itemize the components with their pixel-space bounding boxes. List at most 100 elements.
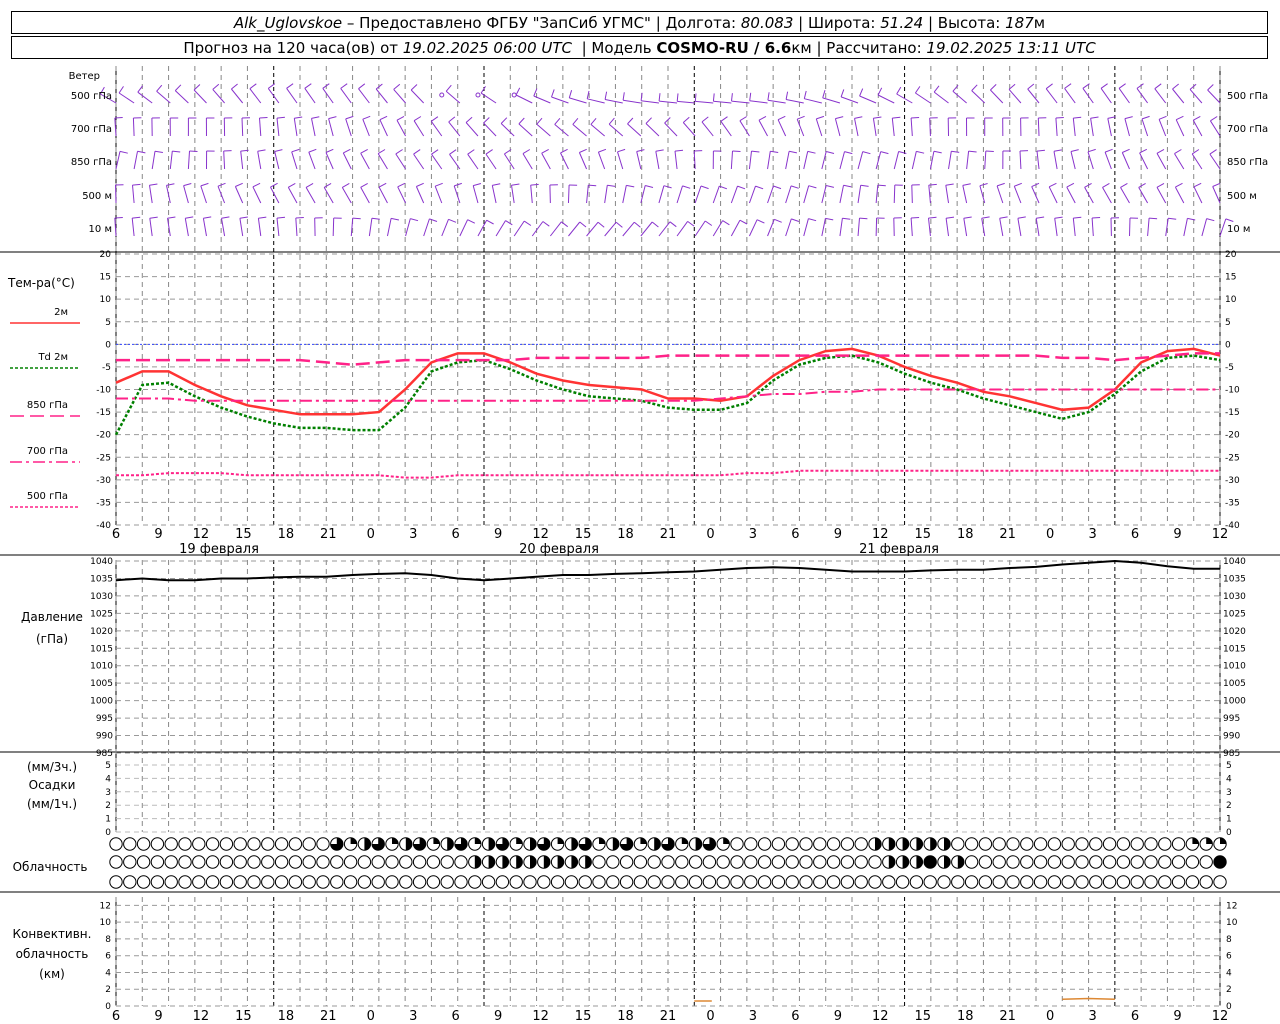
wind-barb-staff bbox=[664, 122, 678, 137]
wind-barb-staff bbox=[342, 152, 352, 170]
cloud-symbol bbox=[371, 875, 385, 889]
wind-barb-flag bbox=[791, 218, 800, 222]
cloud-symbol bbox=[813, 875, 827, 889]
wind-barb-staff bbox=[786, 99, 804, 104]
wind-barb-flag bbox=[183, 183, 192, 187]
cloud-symbol bbox=[357, 855, 372, 869]
wind-barb-flag bbox=[579, 148, 587, 153]
wind-barb-flag bbox=[132, 183, 141, 186]
wind-barb-flag bbox=[1092, 217, 1101, 219]
conv-title-3: (км) bbox=[39, 967, 65, 981]
cloud-symbol bbox=[1130, 855, 1144, 869]
wind-barb-flag bbox=[435, 182, 443, 187]
wind-barb-flag bbox=[996, 182, 1005, 187]
cloud-symbol bbox=[164, 855, 178, 869]
wind-barb-staff bbox=[252, 186, 262, 204]
wind-barb-staff bbox=[758, 119, 768, 137]
pressure-y-tick-left: 1005 bbox=[90, 679, 113, 689]
x-tick-label-upper: 6 bbox=[452, 527, 460, 542]
cloud-symbol-fill bbox=[557, 837, 564, 844]
wind-barb-flag bbox=[1141, 115, 1150, 120]
temp-y-tick-right: 15 bbox=[1225, 273, 1236, 283]
wind-barb-staff bbox=[677, 100, 696, 104]
cloud-symbol bbox=[261, 855, 275, 869]
cloud-symbol bbox=[1158, 837, 1172, 851]
wind-barb-staff bbox=[325, 152, 334, 170]
wind-barb-staff bbox=[676, 185, 683, 204]
wind-barb-flag bbox=[803, 90, 807, 99]
cloud-symbol bbox=[1171, 875, 1186, 889]
wind-barb-flag bbox=[790, 185, 799, 189]
wind-barb-staff bbox=[1072, 218, 1076, 237]
cloud-symbol bbox=[1033, 875, 1048, 889]
wind-barb-flag bbox=[1017, 216, 1026, 219]
wind-barb-flag bbox=[722, 220, 730, 226]
wind-barb-staff bbox=[1035, 218, 1040, 237]
wind-barb-flag bbox=[928, 183, 937, 186]
cloud-symbol-fill bbox=[1206, 837, 1213, 844]
wind-barb-flag bbox=[431, 116, 439, 122]
wind-barb-staff bbox=[305, 187, 316, 204]
cloud-symbol-fill bbox=[392, 837, 399, 844]
wind-barb-staff bbox=[551, 96, 569, 104]
wind-barb-staff bbox=[495, 220, 506, 237]
cloud-symbol-fill bbox=[599, 837, 606, 844]
wind-barb-flag bbox=[467, 219, 476, 224]
wind-barb-staff bbox=[676, 221, 689, 237]
wind-barb-staff bbox=[891, 118, 895, 137]
pressure-y-tick-left: 1015 bbox=[90, 644, 113, 654]
wind-barb-staff bbox=[1156, 187, 1167, 204]
wind-barb-flag bbox=[1104, 148, 1113, 153]
wind-barb-staff bbox=[872, 118, 877, 137]
cloud-symbol bbox=[164, 875, 178, 889]
temp-y-tick-left: 20 bbox=[100, 250, 112, 260]
wind-barb-staff bbox=[586, 185, 589, 204]
x-tick-label-upper: 9 bbox=[154, 527, 162, 542]
precip-title-2: Осадки bbox=[29, 778, 76, 792]
cloud-symbol-fill bbox=[902, 855, 909, 869]
wind-barb-staff bbox=[166, 185, 171, 204]
wind-barb-flag bbox=[156, 84, 163, 92]
wind-barb-flag bbox=[379, 115, 388, 121]
wind-barb-staff bbox=[341, 187, 352, 204]
wind-barb-flag bbox=[1193, 115, 1201, 121]
date-label: 19 февраля bbox=[179, 542, 259, 557]
wind-barb-flag bbox=[274, 149, 283, 152]
wind-calm-marker bbox=[475, 92, 481, 98]
wind-barb-flag bbox=[898, 151, 907, 154]
cloud-symbol bbox=[771, 855, 786, 869]
wind-barb-flag bbox=[473, 183, 482, 187]
pressure-y-tick-left: 1030 bbox=[90, 592, 113, 602]
wind-barb-staff bbox=[655, 151, 660, 170]
x-tick-label-upper: 6 bbox=[112, 527, 120, 542]
cloud-symbol-fill bbox=[1220, 837, 1227, 844]
wind-barb-flag bbox=[674, 149, 684, 152]
wind-barb-flag bbox=[608, 117, 615, 125]
wind-barb-staff bbox=[223, 150, 226, 170]
wind-barb-staff bbox=[1172, 88, 1185, 104]
cloud-symbol bbox=[261, 837, 275, 851]
wind-barb-flag bbox=[788, 150, 798, 154]
wind-barb-flag bbox=[859, 88, 864, 97]
wind-barb-staff bbox=[945, 185, 950, 204]
wind-barb-flag bbox=[843, 184, 852, 188]
x-tick-label-lower: 6 bbox=[112, 1009, 120, 1024]
cloud-symbol bbox=[868, 855, 882, 869]
wind-barb-flag bbox=[590, 117, 597, 125]
wind-barb-flag bbox=[873, 116, 882, 119]
wind-barb-flag bbox=[536, 117, 543, 125]
wind-barb-staff bbox=[857, 151, 864, 170]
wind-barb-flag bbox=[505, 220, 513, 226]
cloud-symbol bbox=[412, 855, 427, 869]
pressure-y-tick-right: 1025 bbox=[1223, 609, 1246, 619]
wind-barb-staff bbox=[536, 123, 551, 137]
cloud-symbol-fill bbox=[516, 837, 523, 844]
cloud-symbol-fill bbox=[723, 837, 730, 844]
cloud-symbol bbox=[978, 875, 993, 889]
cloud-symbol bbox=[192, 837, 206, 851]
wind-barb-flag bbox=[551, 89, 555, 98]
cloud-symbol bbox=[1171, 837, 1186, 851]
cloud-symbol bbox=[730, 855, 744, 869]
wind-barb-flag bbox=[343, 148, 351, 154]
cloud-symbol bbox=[192, 855, 206, 869]
